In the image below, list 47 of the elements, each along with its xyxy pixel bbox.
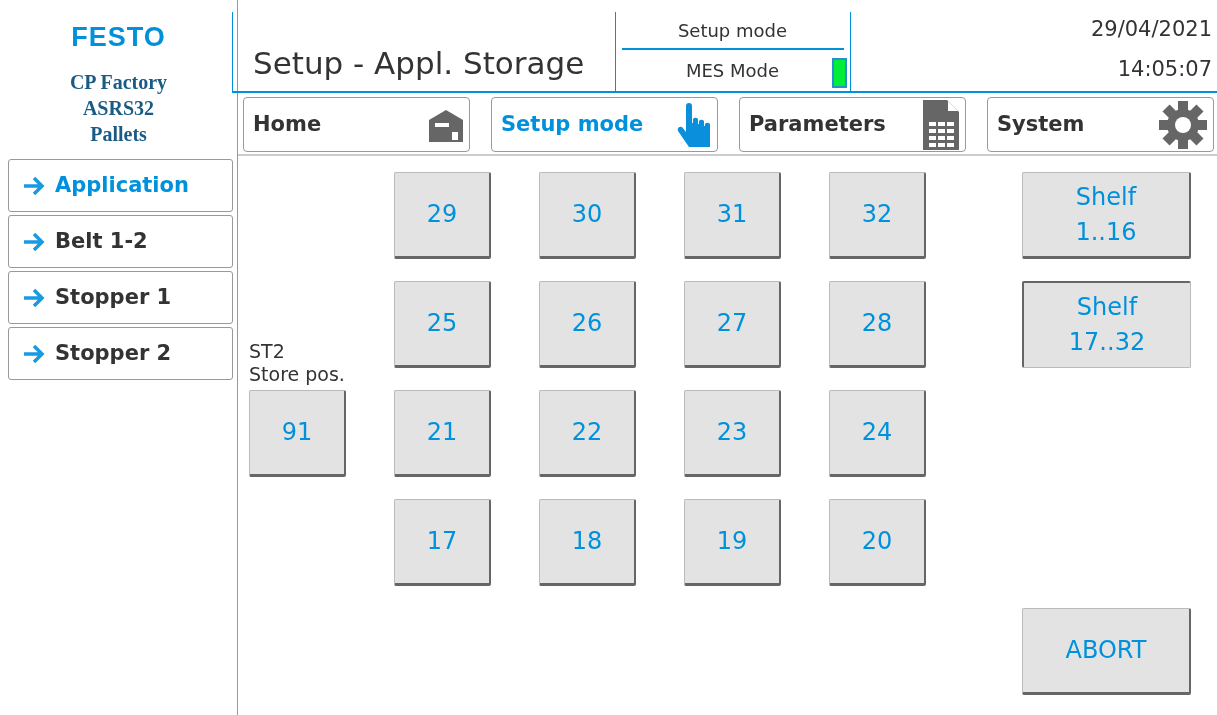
storage-slot-button[interactable]: 17 [394, 499, 491, 586]
sidebar-item[interactable]: Stopper 1 [8, 271, 233, 324]
storage-slot-button[interactable]: 28 [829, 281, 926, 368]
nav-tab[interactable]: Home [243, 97, 470, 152]
storage-slot-button[interactable]: 25 [394, 281, 491, 368]
storage-slot-button[interactable]: 29 [394, 172, 491, 259]
settings-icon [1159, 100, 1207, 149]
storage-slot-button[interactable]: 23 [684, 390, 781, 477]
nav-tab[interactable]: Parameters [739, 97, 966, 152]
mode-label: Setup mode [677, 18, 788, 43]
brand-line: ASRS32 [81, 96, 156, 121]
storage-slot-button[interactable]: 18 [539, 499, 636, 586]
arrow-icon [23, 343, 45, 364]
sidebar-item[interactable]: Belt 1-2 [8, 215, 233, 268]
brand-line: CP Factory [68, 70, 169, 95]
house-icon [429, 107, 463, 142]
brand-line: Pallets [89, 122, 148, 147]
storage-slot-button[interactable]: 32 [829, 172, 926, 259]
storage-slot-button[interactable]: 19 [684, 499, 781, 586]
storage-slot-button[interactable]: 27 [684, 281, 781, 368]
nav-tab[interactable]: System [987, 97, 1214, 152]
store-position-label: Store pos. [249, 363, 346, 386]
store-position-label: ST2 [249, 340, 286, 363]
storage-slot-button[interactable]: 30 [539, 172, 636, 259]
hand-pointer-icon [677, 102, 711, 147]
arrow-icon [23, 231, 45, 252]
sidebar-item[interactable]: Application [8, 159, 233, 212]
sidebar-item[interactable]: Stopper 2 [8, 327, 233, 380]
arrow-icon [23, 287, 45, 308]
abort-button[interactable]: ABORT [1022, 608, 1191, 695]
storage-slot-button[interactable]: 22 [539, 390, 636, 477]
logo: FESTO [71, 24, 166, 51]
store-position-button[interactable]: 91 [249, 390, 346, 477]
storage-slot-button[interactable]: 31 [684, 172, 781, 259]
spreadsheet-document-icon [923, 99, 959, 150]
storage-slot-button[interactable]: 26 [539, 281, 636, 368]
screen-title: Setup - Appl. Storage [232, 12, 615, 91]
storage-slot-button[interactable]: 21 [394, 390, 491, 477]
time-label: 14:05:07 [1116, 55, 1212, 83]
shelf-button[interactable]: Shelf 1..16 [1022, 172, 1191, 259]
nav-tab[interactable]: Setup mode [491, 97, 718, 152]
storage-slot-button[interactable]: 24 [829, 390, 926, 477]
shelf-button[interactable]: Shelf 17..32 [1022, 281, 1191, 368]
date-label: 29/04/2021 [1089, 16, 1212, 43]
mes-mode-label: MES Mode [685, 59, 780, 83]
arrow-icon [23, 175, 45, 196]
storage-slot-button[interactable]: 20 [829, 499, 926, 586]
